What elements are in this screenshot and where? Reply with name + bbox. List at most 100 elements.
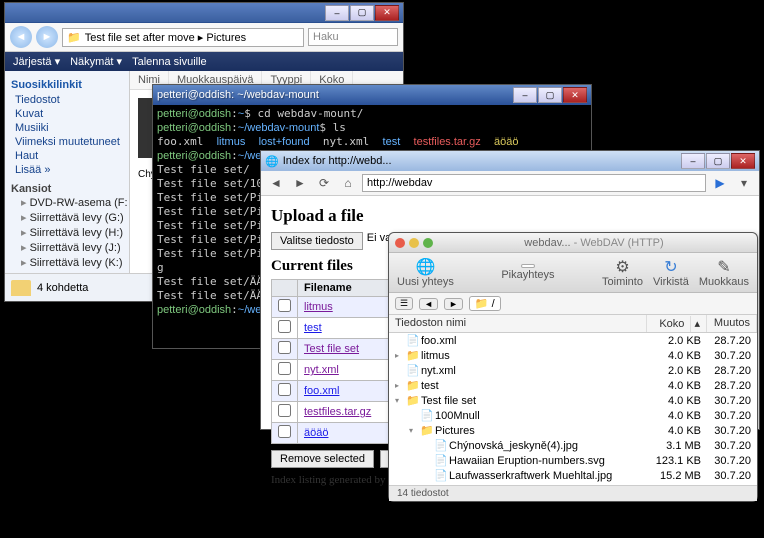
col-size[interactable]: Koko ▴ (647, 315, 707, 332)
file-modified: 28.7.20 (701, 380, 751, 392)
reload-button[interactable]: ⟳ (314, 174, 334, 192)
file-icon: 📄 (406, 334, 418, 347)
path-segment[interactable]: 📁/ (469, 296, 501, 311)
home-button[interactable]: ⌂ (338, 174, 358, 192)
list-item[interactable]: 📄Chýnovská_jeskyně(4).jpg3.1 MB30.7.20 (389, 438, 757, 453)
edit-button[interactable]: ✎Muokkaus (699, 257, 749, 288)
file-link[interactable]: nyt.xml (304, 364, 339, 376)
col-check (272, 280, 298, 297)
maximize-button[interactable]: ▢ (706, 153, 730, 169)
tree-item[interactable]: Siirrettävä levy (H:) (7, 225, 127, 240)
col-name[interactable]: Tiedoston nimi (389, 315, 647, 332)
maximize-button[interactable]: ▢ (350, 5, 374, 21)
sidebar-item[interactable]: Musiiki (7, 121, 127, 135)
file-link[interactable]: testfiles.tar.gz (304, 406, 371, 418)
sidebar-item[interactable]: Lisää » (7, 163, 127, 177)
organize-menu[interactable]: Järjestä ▾ (13, 55, 60, 68)
tree-item[interactable]: Siirrettävä levy (G:) (7, 210, 127, 225)
file-link[interactable]: foo.xml (304, 385, 339, 397)
row-checkbox[interactable] (272, 423, 298, 444)
url-bar[interactable]: http://webdav (362, 174, 706, 192)
back-button[interactable]: ◄ (10, 26, 32, 48)
sidebar-item[interactable]: Haut (7, 149, 127, 163)
file-link[interactable]: test (304, 322, 322, 334)
folder-icon: 📁 (406, 394, 418, 407)
list-item[interactable]: 📄Laufwasserkraftwerk Muehltal.jpg15.2 MB… (389, 468, 757, 483)
row-checkbox[interactable] (272, 381, 298, 402)
refresh-button[interactable]: ↻Virkistä (653, 257, 689, 288)
remove-selected-button[interactable]: Remove selected (271, 450, 374, 468)
col-modified[interactable]: Muutos (707, 315, 757, 332)
close-button[interactable] (395, 238, 405, 248)
column-headers[interactable]: Tiedoston nimi Koko ▴ Muutos (389, 315, 757, 333)
file-name: Chýnovská_jeskyně(4).jpg (449, 440, 578, 452)
nav-forward-button[interactable]: ► (444, 298, 463, 310)
explorer-titlebar[interactable]: – ▢ ✕ (5, 3, 403, 23)
list-item[interactable]: ▾📁Test file set4.0 KB30.7.20 (389, 393, 757, 408)
row-checkbox[interactable] (272, 360, 298, 381)
minimize-button[interactable]: – (513, 87, 537, 103)
file-name: 100Mnull (435, 410, 480, 422)
file-link[interactable]: äöäö (304, 427, 328, 439)
file-modified: 30.7.20 (701, 470, 751, 482)
quick-connect-field[interactable]: Pikayhteys (464, 264, 592, 281)
view-list-button[interactable]: ☰ (395, 297, 413, 310)
list-item[interactable]: 📄100Mnull4.0 KB30.7.20 (389, 408, 757, 423)
list-item[interactable]: 📄Hawaiian Eruption-numbers.svg123.1 KB30… (389, 453, 757, 468)
tree-item[interactable]: Siirrettävä levy (J:) (7, 240, 127, 255)
forward-button[interactable]: ► (290, 174, 310, 192)
close-button[interactable]: ✕ (731, 153, 755, 169)
close-button[interactable]: ✕ (375, 5, 399, 21)
close-button[interactable]: ✕ (563, 87, 587, 103)
list-item[interactable]: ▾📁Pictures4.0 KB30.7.20 (389, 423, 757, 438)
search-input[interactable]: Haku (308, 28, 398, 46)
file-link[interactable]: Test file set (304, 343, 359, 355)
minimize-button[interactable]: – (325, 5, 349, 21)
browser-toolbar: ◄ ► ⟳ ⌂ http://webdav ▶ ▾ (261, 171, 759, 196)
nav-back-button[interactable]: ◄ (419, 298, 438, 310)
go-button[interactable]: ▶ (710, 174, 730, 192)
terminal-titlebar[interactable]: petteri@oddish: ~/webdav-mount – ▢ ✕ (153, 85, 591, 105)
disclosure-icon[interactable]: ▾ (395, 396, 403, 405)
browser-title: Index for http://webd... (283, 155, 681, 167)
new-connection-button[interactable]: 🌐Uusi yhteys (397, 257, 454, 288)
action-button[interactable]: ⚙Toiminto (602, 257, 643, 288)
minimize-button[interactable] (409, 238, 419, 248)
menu-button[interactable]: ▾ (734, 174, 754, 192)
file-name: nyt.xml (421, 365, 456, 377)
list-item[interactable]: 📄nyt.xml2.0 KB28.7.20 (389, 363, 757, 378)
file-link[interactable]: litmus (304, 301, 333, 313)
list-item[interactable]: 📄foo.xml2.0 KB28.7.20 (389, 333, 757, 348)
list-item[interactable]: ▸📁test4.0 KB28.7.20 (389, 378, 757, 393)
folder-icon: 📁 (406, 379, 418, 392)
minimize-button[interactable]: – (681, 153, 705, 169)
browser-titlebar[interactable]: 🌐 Index for http://webd... – ▢ ✕ (261, 151, 759, 171)
file-icon: 📄 (406, 364, 418, 377)
disclosure-icon[interactable]: ▸ (395, 351, 403, 360)
sidebar-item[interactable]: Kuvat (7, 107, 127, 121)
row-checkbox[interactable] (272, 339, 298, 360)
tree-item[interactable]: DVD-RW-asema (F:) (7, 195, 127, 210)
forward-button[interactable]: ► (36, 26, 58, 48)
address-bar[interactable]: 📁 Test file set after move ▸ Pictures (62, 28, 304, 47)
globe-plus-icon: 🌐 (415, 257, 435, 275)
file-icon: 📄 (434, 469, 446, 482)
zoom-button[interactable] (423, 238, 433, 248)
mac-titlebar[interactable]: webdav... - WebDAV (HTTP) (389, 233, 757, 253)
back-button[interactable]: ◄ (266, 174, 286, 192)
list-item[interactable]: ▸📁litmus4.0 KB30.7.20 (389, 348, 757, 363)
row-checkbox[interactable] (272, 318, 298, 339)
file-size: 4.0 KB (641, 395, 701, 407)
sidebar-item[interactable]: Tiedostot (7, 93, 127, 107)
views-menu[interactable]: Näkymät ▾ (70, 55, 122, 68)
maximize-button[interactable]: ▢ (538, 87, 562, 103)
row-checkbox[interactable] (272, 402, 298, 423)
disclosure-icon[interactable]: ▸ (395, 381, 403, 390)
tree-item[interactable]: Siirrettävä levy (K:) (7, 255, 127, 270)
file-modified: 30.7.20 (701, 425, 751, 437)
slideshow-button[interactable]: Talenna sivuille (132, 56, 207, 68)
row-checkbox[interactable] (272, 297, 298, 318)
disclosure-icon[interactable]: ▾ (409, 426, 417, 435)
choose-file-button[interactable]: Valitse tiedosto (271, 232, 363, 250)
sidebar-item[interactable]: Viimeksi muutetuneet (7, 135, 127, 149)
